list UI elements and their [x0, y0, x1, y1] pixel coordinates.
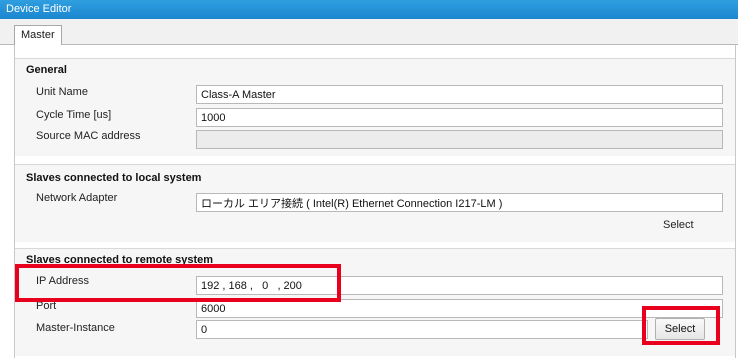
source-mac-field — [196, 130, 723, 149]
remote-select-button[interactable]: Select — [655, 318, 705, 340]
unit-name-field[interactable] — [196, 85, 723, 104]
ip-address-field[interactable] — [196, 276, 723, 295]
local-section-title: Slaves connected to local system — [26, 172, 202, 184]
ip-address-label: IP Address — [36, 275, 89, 287]
general-section-title: General — [26, 64, 67, 76]
port-field[interactable] — [196, 299, 723, 318]
network-adapter-label: Network Adapter — [36, 192, 118, 204]
cycle-time-field[interactable] — [196, 108, 723, 127]
window-title: Device Editor — [0, 0, 738, 19]
port-label: Port — [36, 300, 57, 312]
tab-master[interactable]: Master — [14, 25, 62, 46]
source-mac-label: Source MAC address — [36, 130, 141, 142]
cycle-time-label: Cycle Time [us] — [36, 109, 112, 121]
unit-name-label: Unit Name — [36, 86, 88, 98]
network-adapter-field[interactable] — [196, 193, 723, 212]
master-instance-label: Master-Instance — [36, 322, 115, 334]
remote-section-title: Slaves connected to remote system — [26, 254, 214, 266]
master-instance-field[interactable] — [196, 320, 648, 339]
tab-strip: Master — [0, 19, 738, 46]
local-select-button[interactable]: Select — [663, 219, 694, 231]
